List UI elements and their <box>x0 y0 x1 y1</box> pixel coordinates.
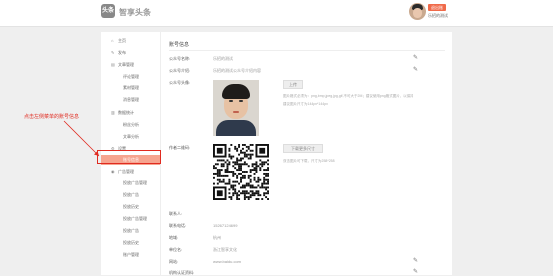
annotation-arrow <box>63 120 100 157</box>
annotation-highlight-box <box>97 150 161 164</box>
